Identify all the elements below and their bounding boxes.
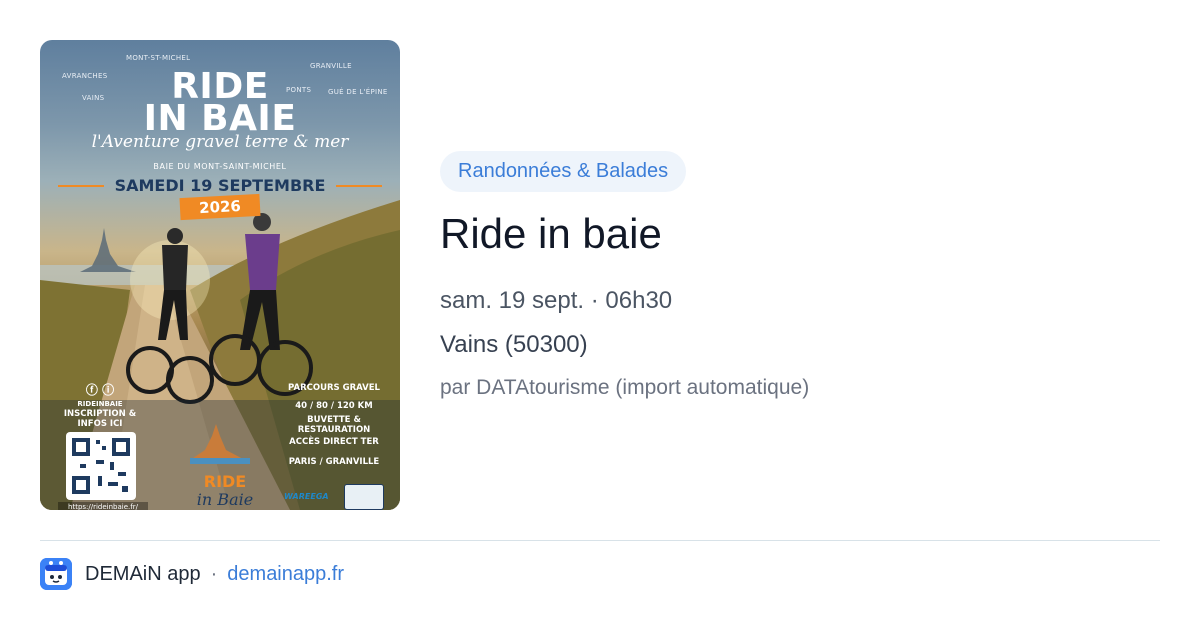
poster-logo-baie: in Baie <box>196 490 254 509</box>
poster-acces: ACCÈS DIRECT TER <box>289 437 379 447</box>
qr-code-icon <box>66 432 136 500</box>
event-poster-image[interactable]: MONT-ST-MICHEL AVRANCHES VAINS GRANVILLE… <box>40 40 400 510</box>
poster-parcours: PARCOURS GRAVEL <box>288 383 380 393</box>
category-badge[interactable]: Randonnées & Balades <box>440 151 687 192</box>
poster-inscription: INSCRIPTION & INFOS ICI <box>63 409 137 429</box>
app-logo-icon <box>40 558 72 590</box>
event-title[interactable]: Ride in baie <box>440 210 662 258</box>
footer-separator: · <box>210 562 218 585</box>
link-preview-card[interactable]: MONT-ST-MICHEL AVRANCHES VAINS GRANVILLE… <box>0 0 1200 630</box>
poster-distances: 40 / 80 / 120 KM <box>295 401 373 411</box>
poster-url: https://rideinbaie.fr/ <box>58 502 148 510</box>
poster-date-rule <box>336 185 382 187</box>
poster-buvette: BUVETTE & RESTAURATION <box>297 415 371 435</box>
partner-logo: WAREEGA <box>284 492 329 501</box>
footer: DEMAiN app · demainapp.fr <box>40 558 344 590</box>
poster-location-line: BAIE DU MONT-SAINT-MICHEL <box>153 162 287 171</box>
social-icons: ⓕ ⓘ <box>85 383 115 397</box>
poster-place-label: GRANVILLE <box>310 62 352 70</box>
event-location: Vains (50300) <box>440 331 588 358</box>
poster-place-label: MONT-ST-MICHEL <box>126 54 191 62</box>
poster-logo-ride: RIDE <box>203 472 247 491</box>
poster-year-badge: 2026 <box>179 193 261 221</box>
poster-acces-dest: PARIS / GRANVILLE <box>288 457 380 467</box>
poster-title-line2: IN BAIE <box>143 98 297 139</box>
poster-tagline: l'Aventure gravel terre & mer <box>91 132 349 152</box>
app-name: DEMAiN app <box>85 562 201 585</box>
divider <box>40 540 1160 541</box>
event-source: par DATAtourisme (import automatique) <box>440 376 810 399</box>
stamp-logo-icon <box>344 484 384 510</box>
event-datetime: sam. 19 sept. · 06h30 <box>440 287 673 314</box>
app-website-link[interactable]: demainapp.fr <box>227 563 344 586</box>
